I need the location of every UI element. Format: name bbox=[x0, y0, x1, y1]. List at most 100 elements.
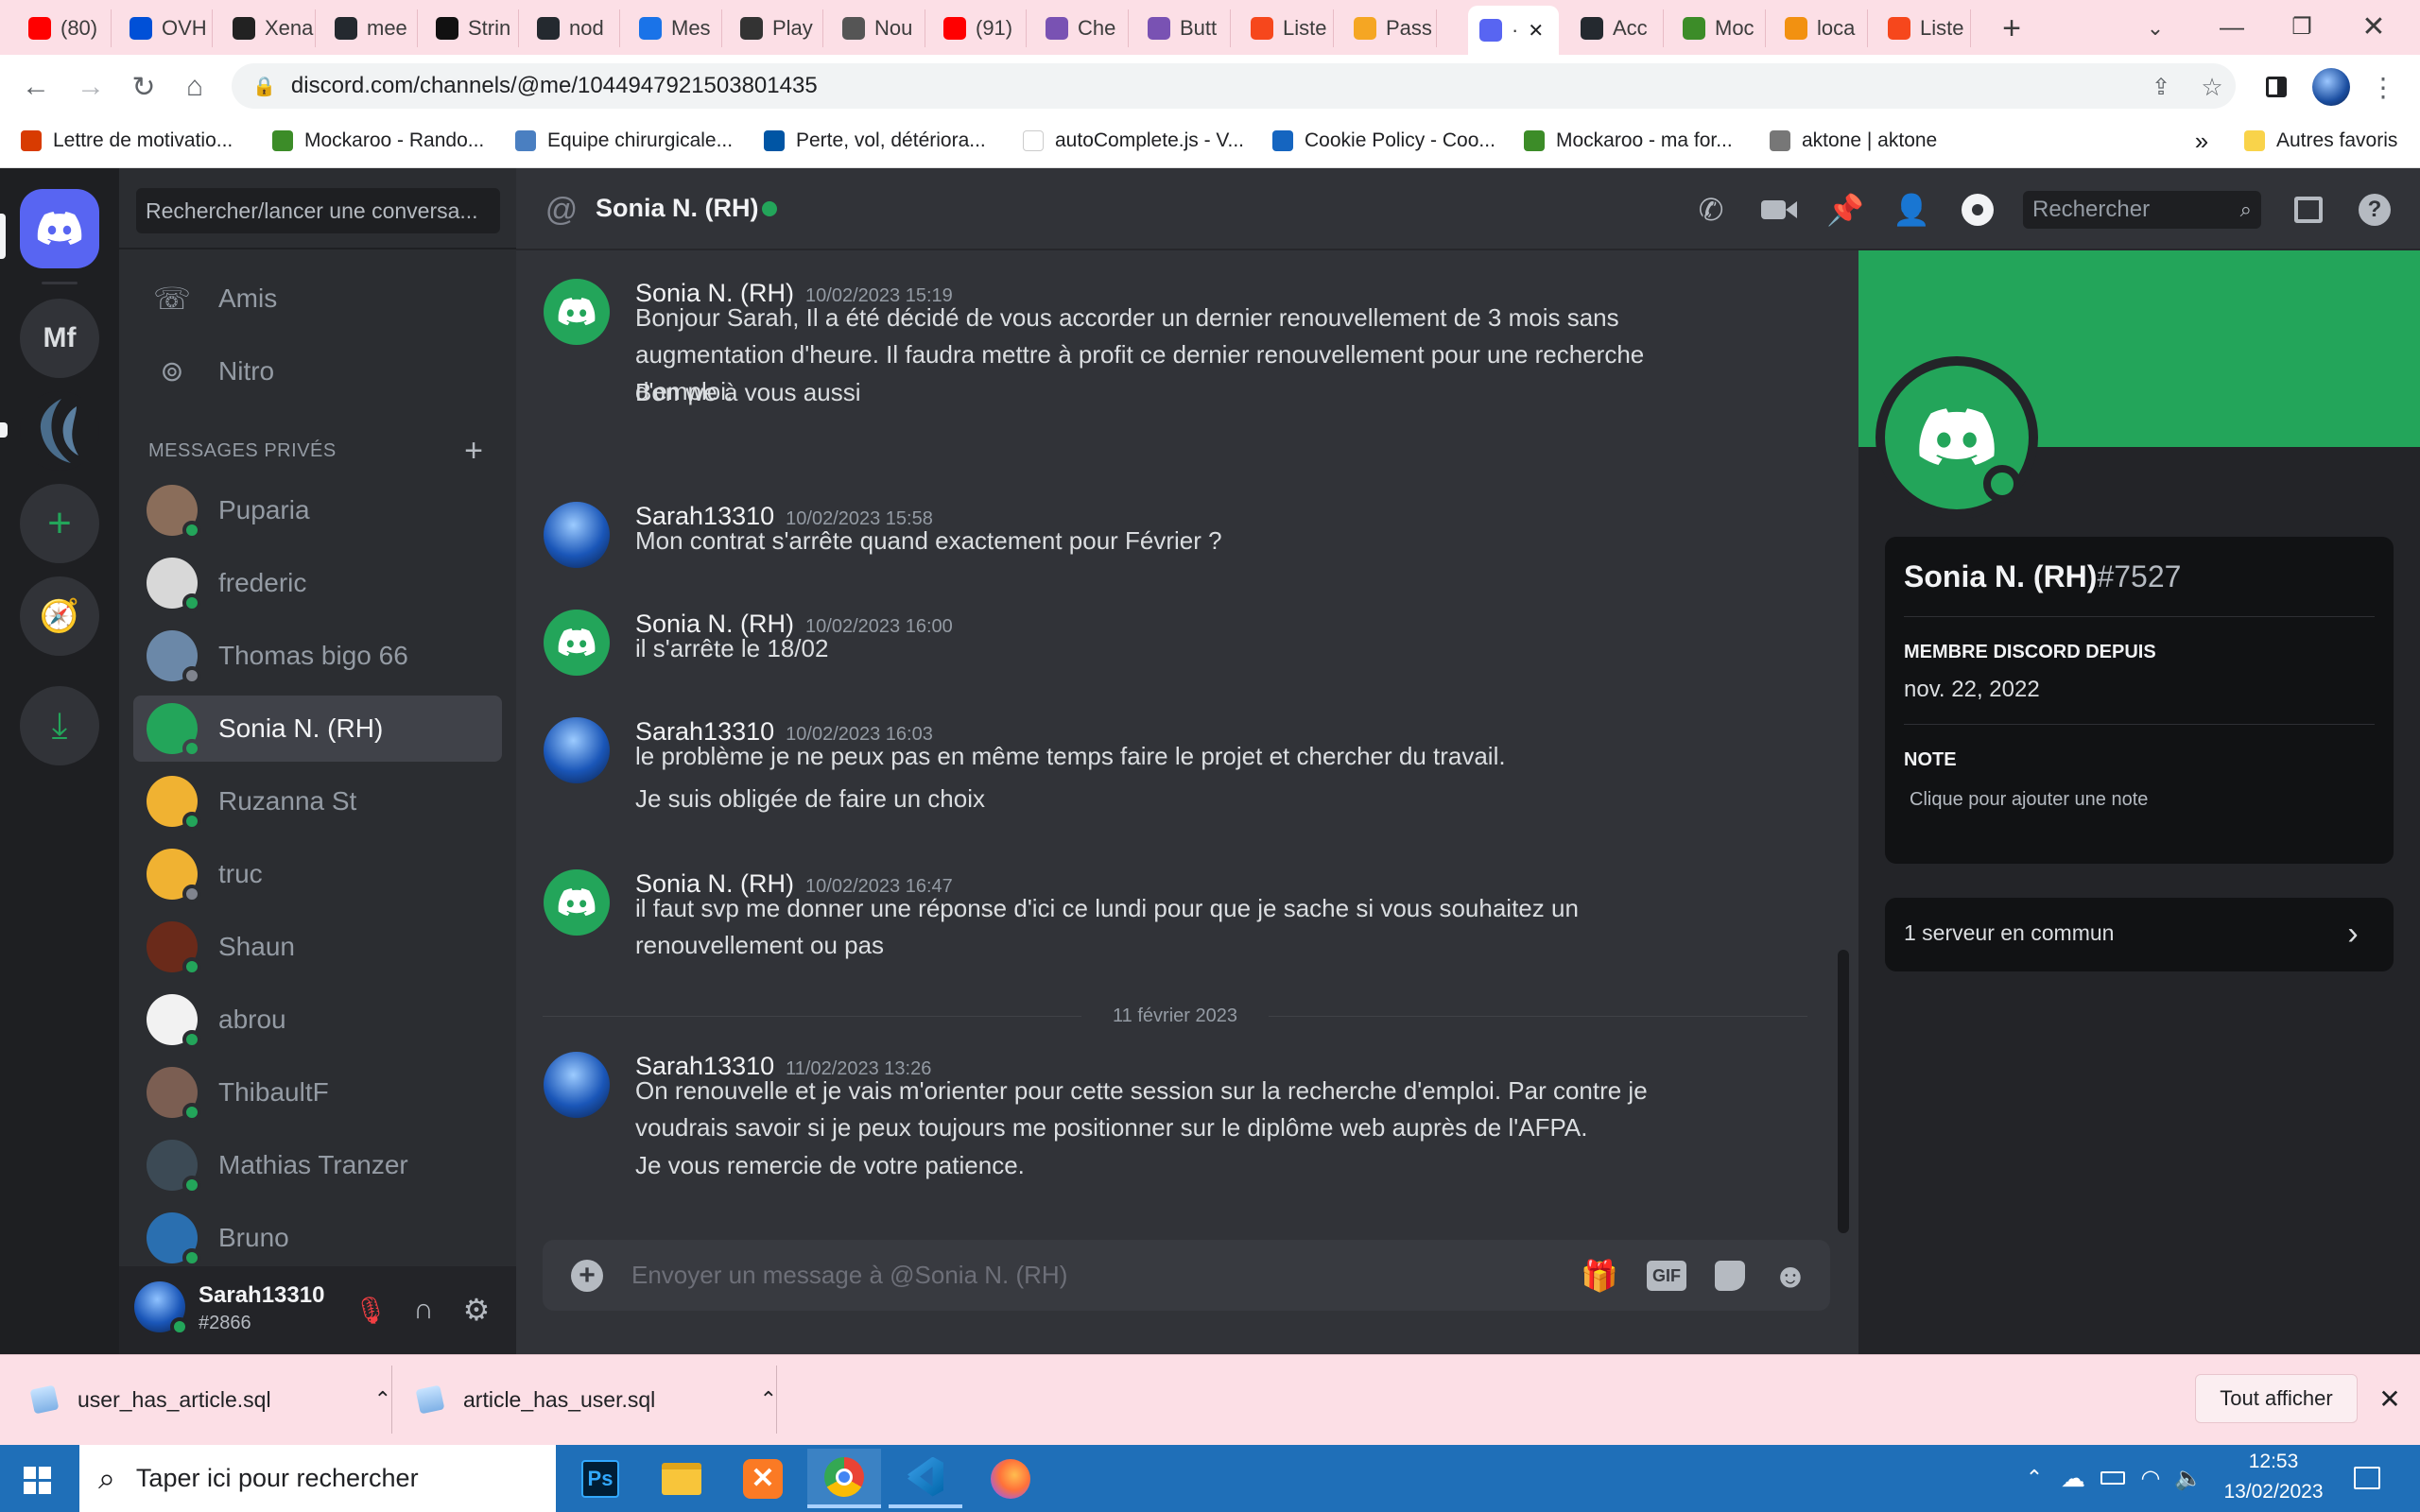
taskbar-search-input[interactable]: ⌕ Taper ici pour rechercher bbox=[79, 1445, 556, 1512]
message-avatar[interactable] bbox=[544, 717, 610, 783]
download-item-1[interactable]: user_has_article.sql ⌃ bbox=[29, 1354, 391, 1445]
sidepanel-icon[interactable] bbox=[2259, 70, 2293, 104]
explore-servers-button[interactable]: 🧭 bbox=[20, 576, 99, 656]
wifi-icon[interactable]: ◠ bbox=[2135, 1461, 2167, 1495]
file-explorer-app[interactable] bbox=[645, 1449, 718, 1508]
dm-item[interactable]: Shaun bbox=[133, 914, 502, 980]
upload-plus-icon[interactable]: + bbox=[571, 1259, 603, 1292]
voice-call-icon[interactable]: ✆ bbox=[1690, 189, 1732, 231]
onedrive-icon[interactable]: ☁ bbox=[2057, 1461, 2089, 1495]
tab-close-icon[interactable]: ✕ bbox=[1528, 19, 1544, 43]
message-avatar[interactable] bbox=[544, 279, 610, 345]
tab-1[interactable]: (80) bbox=[17, 9, 112, 47]
emoji-icon[interactable]: ☻ bbox=[1772, 1256, 1809, 1295]
chrome-app[interactable] bbox=[807, 1449, 881, 1508]
photoshop-app[interactable]: Ps bbox=[563, 1449, 637, 1508]
channel-search-input[interactable]: Rechercher ⌕ bbox=[2023, 191, 2261, 229]
close-download-shelf-icon[interactable]: ✕ bbox=[2373, 1380, 2407, 1418]
reload-icon[interactable]: ↻ bbox=[125, 68, 163, 106]
dm-item[interactable]: Mathias Tranzer bbox=[133, 1132, 502, 1198]
tab-8[interactable]: Play bbox=[729, 9, 823, 47]
message-avatar[interactable] bbox=[544, 1052, 610, 1118]
bookmark-5[interactable]: autoComplete.js - V... bbox=[1023, 125, 1244, 157]
tab-16[interactable]: Acc bbox=[1569, 9, 1664, 47]
download-apps-button[interactable]: ⤓ bbox=[20, 686, 99, 765]
download-item-2[interactable]: article_has_user.sql ⌃ bbox=[415, 1354, 777, 1445]
bookmark-4[interactable]: Perte, vol, détériora... bbox=[764, 125, 986, 157]
notifications-icon[interactable] bbox=[2348, 1461, 2386, 1495]
tab-10[interactable]: (91) bbox=[932, 9, 1027, 47]
sticker-icon[interactable] bbox=[1711, 1257, 1749, 1295]
server-feather-icon[interactable] bbox=[20, 391, 99, 471]
tab-2[interactable]: OVH bbox=[118, 9, 213, 47]
tab-11[interactable]: Che bbox=[1034, 9, 1129, 47]
tab-15[interactable]: · ✕ bbox=[1468, 6, 1559, 55]
create-dm-icon[interactable]: + bbox=[459, 433, 488, 469]
nav-nitro[interactable]: ⊚ Nitro bbox=[133, 338, 502, 404]
nav-friends[interactable]: ☏ Amis bbox=[133, 266, 502, 332]
bookmark-2[interactable]: Mockaroo - Rando... bbox=[272, 125, 484, 157]
video-call-icon[interactable] bbox=[1758, 189, 1800, 231]
home-icon[interactable]: ⌂ bbox=[176, 68, 214, 106]
tab-6[interactable]: nod bbox=[526, 9, 620, 47]
help-icon[interactable]: ? bbox=[2354, 189, 2395, 231]
bookmark-7[interactable]: Mockaroo - ma for... bbox=[1524, 125, 1733, 157]
gif-button[interactable]: GIF bbox=[1647, 1261, 1686, 1291]
address-bar[interactable]: 🔒 discord.com/channels/@me/1044947921503… bbox=[232, 63, 2236, 109]
tab-18[interactable]: loca bbox=[1773, 9, 1868, 47]
tab-3[interactable]: Xena bbox=[221, 9, 316, 47]
tab-7[interactable]: Mes bbox=[628, 9, 722, 47]
bookmarks-overflow-icon[interactable]: » bbox=[2189, 125, 2214, 157]
add-friends-to-dm-icon[interactable]: 👤 bbox=[1891, 189, 1932, 231]
other-bookmarks[interactable]: Autres favoris bbox=[2244, 125, 2397, 157]
dm-item[interactable]: abrou bbox=[133, 987, 502, 1053]
tray-overflow-chevron-icon[interactable]: ⌃ bbox=[2021, 1461, 2048, 1495]
dm-search-input[interactable]: Rechercher/lancer une conversa... bbox=[136, 188, 500, 233]
firefox-app[interactable] bbox=[974, 1449, 1047, 1508]
tab-4[interactable]: mee bbox=[323, 9, 418, 47]
minimize-button[interactable]: — bbox=[2210, 9, 2254, 43]
tab-14[interactable]: Pass bbox=[1342, 9, 1437, 47]
tab-19[interactable]: Liste bbox=[1876, 9, 1971, 47]
profile-avatar[interactable] bbox=[2312, 68, 2350, 106]
windows-start-icon[interactable] bbox=[17, 1461, 57, 1499]
clock-time[interactable]: 12:53 bbox=[2221, 1451, 2325, 1473]
dm-item[interactable]: truc bbox=[133, 841, 502, 907]
tab-17[interactable]: Moc bbox=[1671, 9, 1766, 47]
user-avatar[interactable] bbox=[134, 1281, 189, 1336]
share-icon[interactable]: ⇪ bbox=[2144, 70, 2178, 104]
note-input[interactable]: Clique pour ajouter une note bbox=[1910, 789, 2148, 811]
message-input[interactable]: + Envoyer un message à @Sonia N. (RH) bbox=[543, 1240, 1830, 1311]
dm-item[interactable]: frederic bbox=[133, 550, 502, 616]
inbox-icon[interactable] bbox=[2288, 189, 2329, 231]
tab-9[interactable]: Nou bbox=[831, 9, 925, 47]
restore-button[interactable]: ❐ bbox=[2280, 9, 2324, 43]
dm-item[interactable]: Puparia bbox=[133, 477, 502, 543]
server-mf[interactable]: Mf bbox=[20, 299, 99, 378]
bookmark-8[interactable]: aktone | aktone bbox=[1770, 125, 1937, 157]
tab-search-icon[interactable]: ⌄ bbox=[2138, 11, 2172, 45]
message-avatar[interactable] bbox=[544, 869, 610, 936]
tab-13[interactable]: Liste bbox=[1239, 9, 1334, 47]
headphones-icon[interactable]: ∩ bbox=[405, 1291, 442, 1329]
star-icon[interactable]: ☆ bbox=[2195, 70, 2229, 104]
dm-item[interactable]: Thomas bigo 66 bbox=[133, 623, 502, 689]
dm-item[interactable]: Sonia N. (RH) bbox=[133, 696, 502, 762]
tab-12[interactable]: Butt bbox=[1136, 9, 1231, 47]
close-window-button[interactable]: ✕ bbox=[2352, 8, 2395, 45]
bookmark-1[interactable]: Lettre de motivatio... bbox=[21, 125, 233, 157]
dm-item[interactable]: Ruzanna St bbox=[133, 768, 502, 834]
discord-home-icon[interactable] bbox=[20, 189, 99, 268]
dm-item[interactable]: Bruno bbox=[133, 1205, 502, 1271]
message-avatar[interactable] bbox=[544, 610, 610, 676]
chevron-up-icon[interactable]: ⌃ bbox=[374, 1387, 391, 1412]
battery-icon[interactable] bbox=[2097, 1461, 2129, 1495]
gift-icon[interactable]: 🎁 bbox=[1581, 1257, 1618, 1295]
message-avatar[interactable] bbox=[544, 502, 610, 568]
clock-date[interactable]: 13/02/2023 bbox=[2212, 1481, 2335, 1503]
tab-5[interactable]: Strin bbox=[424, 9, 519, 47]
chat-scrollbar[interactable] bbox=[1838, 950, 1849, 1233]
xampp-app[interactable]: ✕ bbox=[726, 1449, 800, 1508]
add-server-button[interactable]: + bbox=[20, 484, 99, 563]
vscode-app[interactable] bbox=[889, 1449, 962, 1508]
